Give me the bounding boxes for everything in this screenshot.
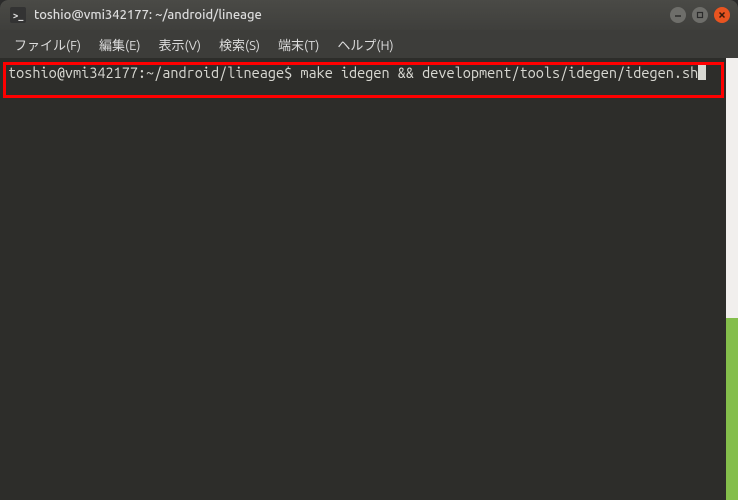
terminal-content: toshio@vmi342177:~/android/lineage$ make… <box>0 58 738 87</box>
titlebar[interactable]: >_ toshio@vmi342177: ~/android/lineage <box>0 0 738 30</box>
scrollbar-lower-region <box>726 318 738 500</box>
menu-terminal[interactable]: 端末(T) <box>270 33 327 56</box>
maximize-button[interactable] <box>692 7 708 23</box>
terminal-icon: >_ <box>10 7 26 23</box>
titlebar-left: >_ toshio@vmi342177: ~/android/lineage <box>10 7 262 23</box>
menu-file[interactable]: ファイル(F) <box>6 33 89 56</box>
terminal-area[interactable]: toshio@vmi342177:~/android/lineage$ make… <box>0 58 738 500</box>
menu-search[interactable]: 検索(S) <box>211 33 268 56</box>
menubar: ファイル(F) 編集(E) 表示(V) 検索(S) 端末(T) ヘルプ(H) <box>0 30 738 58</box>
menu-edit[interactable]: 編集(E) <box>91 33 148 56</box>
terminal-window: >_ toshio@vmi342177: ~/android/lineage フ… <box>0 0 738 500</box>
cursor-icon <box>698 65 706 80</box>
window-controls <box>670 7 730 23</box>
scrollbar-track[interactable] <box>726 58 738 500</box>
shell-prompt: toshio@vmi342177:~/android/lineage$ <box>8 64 292 81</box>
menu-help[interactable]: ヘルプ(H) <box>329 33 401 56</box>
close-button[interactable] <box>714 7 730 23</box>
window-title: toshio@vmi342177: ~/android/lineage <box>34 8 262 22</box>
scrollbar-upper-region <box>726 58 738 318</box>
menu-view[interactable]: 表示(V) <box>151 33 209 56</box>
command-text: make idegen && development/tools/idegen/… <box>300 64 698 81</box>
minimize-button[interactable] <box>670 7 686 23</box>
